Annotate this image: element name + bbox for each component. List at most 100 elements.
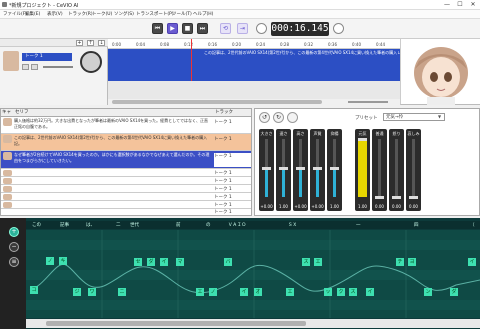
- menu-view[interactable]: 表示(V): [47, 11, 63, 17]
- slider-knob[interactable]: [262, 167, 271, 170]
- note-block[interactable]: ノ: [46, 257, 54, 265]
- track-lane[interactable]: この記事は、2世代前のVAIO SX14(第2世代)から、この最新の第4世代VA…: [108, 39, 400, 81]
- note-grid[interactable]: コノキジワニセダイマエノバイオエスエックスイチヨンダイ: [26, 230, 480, 318]
- track-cell[interactable]: トーク 1: [214, 209, 251, 215]
- lyric-bar[interactable]: この 記事 は、 二 世代 前 の ＶＡＩＯ ＳＸ 一 四 （: [26, 221, 480, 229]
- track-cell[interactable]: トーク 1: [214, 194, 251, 200]
- lyric-word[interactable]: 記事: [60, 222, 69, 228]
- note-block[interactable]: マ: [176, 258, 184, 266]
- note-block[interactable]: ダ: [450, 288, 458, 296]
- slider-knob[interactable]: [279, 167, 288, 170]
- note-block[interactable]: イ: [160, 258, 168, 266]
- lyric-word[interactable]: 一: [356, 222, 361, 228]
- note-block[interactable]: ダ: [147, 258, 155, 266]
- note-block[interactable]: ス: [349, 288, 357, 296]
- slider-knob[interactable]: [296, 167, 305, 170]
- param-slider[interactable]: 高さ +0.00: [293, 129, 308, 211]
- close-button[interactable]: ✕: [467, 1, 479, 9]
- zoom-slider[interactable]: [348, 101, 388, 103]
- table-row[interactable]: トーク 1: [1, 209, 251, 215]
- note-block[interactable]: チ: [396, 258, 404, 266]
- preset-select[interactable]: 元気→怜: [383, 113, 445, 121]
- lyric-word[interactable]: 四: [414, 222, 419, 228]
- timeline-scroll-thumb[interactable]: [112, 100, 322, 104]
- track-cell[interactable]: トーク 1: [214, 202, 251, 208]
- track-cell[interactable]: トーク 1: [214, 186, 251, 192]
- serif-text[interactable]: 購入価格は約32万円。大きな出費となったが筆者は最新のVAIO SX14を買った…: [14, 118, 211, 129]
- add-icon[interactable]: +: [9, 227, 19, 237]
- slider-knob[interactable]: [375, 196, 384, 199]
- note-block[interactable]: ッ: [324, 288, 332, 296]
- note-block[interactable]: エ: [286, 288, 294, 296]
- add-track-button[interactable]: +: [76, 40, 83, 46]
- note-block[interactable]: イ: [240, 288, 248, 296]
- menu-edit[interactable]: 編集(E): [25, 11, 40, 17]
- note-block[interactable]: エ: [314, 258, 322, 266]
- param-slider[interactable]: 大きさ +0.00: [259, 129, 274, 211]
- note-block[interactable]: ン: [424, 288, 432, 296]
- clock-icon[interactable]: [256, 23, 267, 34]
- slider-knob[interactable]: [330, 167, 339, 170]
- note-block[interactable]: イ: [468, 258, 476, 266]
- param-slider[interactable]: 声質 +0.00: [310, 129, 325, 211]
- move-down-button[interactable]: ↓: [98, 40, 105, 46]
- lyric-word[interactable]: の: [206, 222, 211, 228]
- lyric-word[interactable]: 二: [116, 222, 121, 228]
- note-block[interactable]: ジ: [73, 288, 81, 296]
- note-block[interactable]: ノ: [209, 288, 217, 296]
- lyric-word[interactable]: 世代: [130, 222, 139, 228]
- metronome-icon[interactable]: [333, 23, 344, 34]
- lyric-word[interactable]: 前: [176, 222, 181, 228]
- track-cell[interactable]: トーク 1: [214, 170, 251, 176]
- pan-knob[interactable]: [80, 51, 102, 73]
- emotion-slider[interactable]: 元気 1.00: [355, 129, 370, 211]
- track-cell[interactable]: トーク 1: [214, 178, 251, 184]
- track-cell[interactable]: トーク 1: [214, 119, 251, 125]
- rewind-button[interactable]: ⏮: [152, 23, 163, 34]
- volume-slider[interactable]: [43, 66, 73, 68]
- param-slider[interactable]: 速さ 1.00: [276, 129, 291, 211]
- note-block[interactable]: セ: [134, 258, 142, 266]
- playhead[interactable]: [191, 39, 192, 81]
- undo-icon[interactable]: ↺: [259, 112, 270, 123]
- param-slider[interactable]: 抑揚 1.00: [327, 129, 342, 211]
- menu-help[interactable]: ヘルプ(H): [193, 11, 213, 17]
- track-name-label[interactable]: トーク 1: [22, 53, 72, 61]
- timeline-ruler[interactable]: 0:00 0:04 0:08 0:12 0:16 0:20 0:24 0:28 0:32 0:36…: [108, 39, 400, 49]
- track-cell[interactable]: トーク 1: [214, 153, 251, 167]
- table-row[interactable]: トーク 1: [1, 185, 251, 193]
- lyric-word[interactable]: ＶＡＩＯ: [228, 222, 246, 228]
- timeline-scrollbar[interactable]: [108, 99, 400, 105]
- menu-track[interactable]: トラック(R): [68, 11, 93, 17]
- play-button[interactable]: ▶: [167, 23, 178, 34]
- serif-text[interactable]: なぜ筆者が2台続けてVAIO SX14を買ったのか。ほかにも選択肢があるなかでな…: [14, 152, 211, 163]
- slider-knob[interactable]: [392, 196, 401, 199]
- note-block[interactable]: ワ: [88, 288, 96, 296]
- table-row[interactable]: なぜ筆者が2台続けてVAIO SX14を買ったのか。ほかにも選択肢があるなかでな…: [1, 151, 251, 169]
- remove-icon[interactable]: −: [9, 242, 19, 252]
- emotion-slider[interactable]: 哀しみ 0.00: [406, 129, 421, 211]
- slider-knob[interactable]: [358, 138, 367, 141]
- menu-tools[interactable]: ツール(T): [172, 11, 192, 17]
- note-block[interactable]: オ: [254, 288, 262, 296]
- menu-song[interactable]: ソング(S): [114, 11, 134, 17]
- loop-icon[interactable]: ⟲: [220, 23, 231, 34]
- menu-talk[interactable]: トーク(U): [92, 11, 112, 17]
- note-block[interactable]: ク: [337, 288, 345, 296]
- fast-forward-button[interactable]: ⏭: [197, 23, 208, 34]
- chevron-down-icon[interactable]: ▼: [438, 114, 441, 119]
- lyric-word[interactable]: は、: [86, 222, 95, 228]
- lyric-word[interactable]: （: [470, 222, 475, 228]
- note-block[interactable]: コ: [30, 286, 38, 294]
- piano-scroll-thumb[interactable]: [46, 321, 306, 326]
- lyric-word[interactable]: この: [32, 222, 41, 228]
- note-block[interactable]: ス: [302, 258, 310, 266]
- redo-icon[interactable]: ↻: [273, 112, 284, 123]
- reset-icon[interactable]: [287, 112, 298, 123]
- lyric-word[interactable]: ＳＸ: [288, 222, 297, 228]
- track-cell[interactable]: トーク 1: [214, 136, 251, 142]
- menu-file[interactable]: ファイル(F): [3, 11, 27, 17]
- slider-knob[interactable]: [313, 167, 322, 170]
- note-block[interactable]: イ: [366, 288, 374, 296]
- emotion-slider[interactable]: 怒り 0.00: [389, 129, 404, 211]
